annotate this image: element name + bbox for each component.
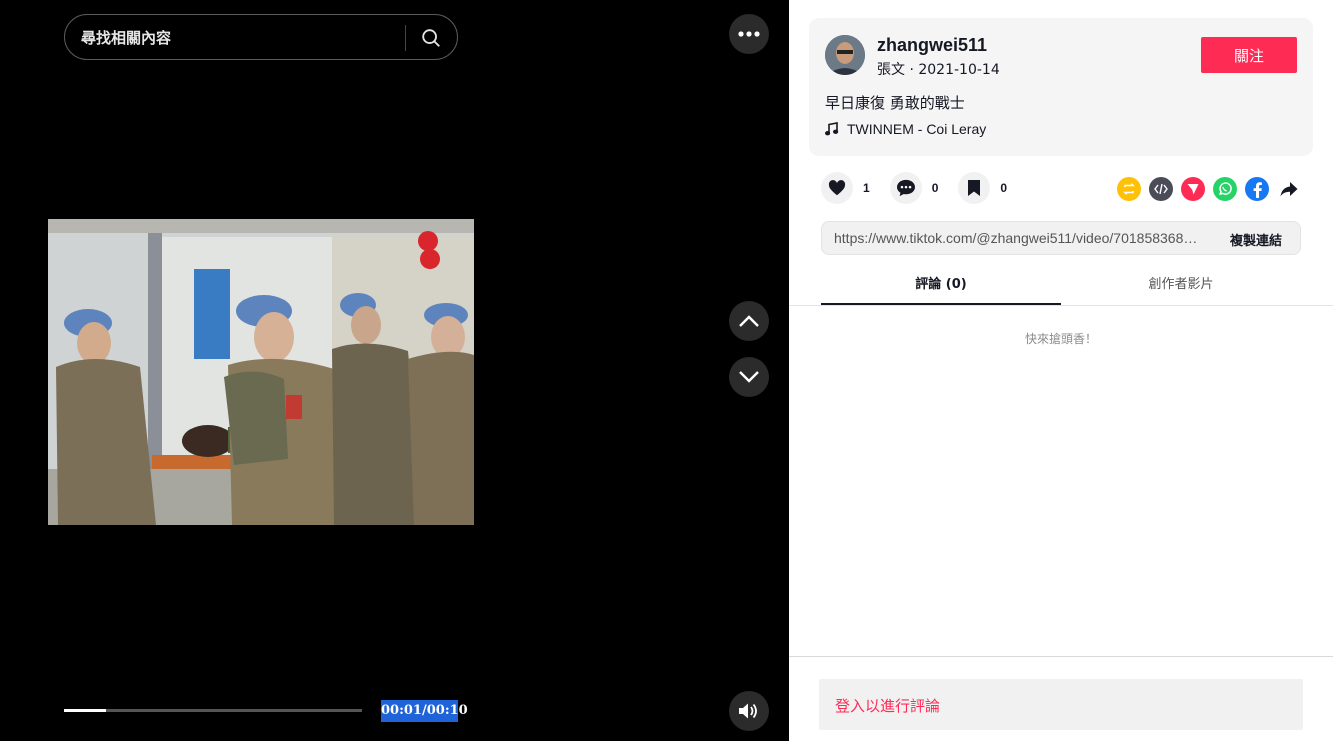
more-share-button[interactable] [1277,177,1301,201]
login-to-comment-label: 登入以進行評論 [835,697,941,715]
save-count: 0 [1000,181,1008,195]
share-arrow-icon [1280,182,1298,197]
previous-video-button[interactable] [729,301,769,341]
music-note-icon [825,122,839,136]
video-time: 00:01/00:10 [381,700,468,722]
tab-bar: 評論 (0) 創作者影片 [789,268,1333,306]
facebook-icon [1253,182,1262,198]
comment-action[interactable]: 0 [889,172,939,204]
chevron-down-icon [739,371,759,383]
post-caption: 早日康復 勇敢的戰士 [825,94,965,112]
more-options-button[interactable] [729,14,769,54]
video-frame[interactable] [48,219,474,525]
chevron-up-icon [739,315,759,327]
avatar-image [825,35,865,75]
like-count: 1 [863,181,870,195]
avatar[interactable] [825,35,865,75]
login-to-comment-button[interactable]: 登入以進行評論 [819,679,1303,730]
empty-comments-message: 快來搶頭香！ [1024,332,1097,346]
detail-pane: zhangwei511 張文 · 2021-10-14 關注 早日康復 勇敢的戰… [789,0,1333,741]
video-progress-fill [64,709,106,712]
search-bar [64,14,458,60]
author-subline: 張文 · 2021-10-14 [877,59,1000,79]
video-link-url[interactable]: https://www.tiktok.com/@zhangwei511/vide… [834,230,1202,246]
video-progress-bar[interactable] [64,709,362,712]
comment-button[interactable] [889,172,922,204]
embed-icon [1154,183,1168,195]
video-still-image [48,219,474,525]
comment-count: 0 [931,181,939,195]
copy-link-button[interactable]: 複製連結 [1230,230,1282,249]
send-icon [1187,184,1199,195]
bookmark-icon [968,180,981,196]
save-button[interactable] [958,172,991,204]
comment-icon [896,179,915,197]
search-button[interactable] [417,24,445,52]
more-icon [738,31,760,37]
embed-button[interactable] [1149,177,1173,201]
share-icons [1117,177,1301,201]
search-divider [405,25,406,51]
like-action[interactable]: 1 [821,172,870,204]
save-action[interactable]: 0 [958,172,1007,204]
tab-creator-videos[interactable]: 創作者影片 [1061,268,1301,305]
volume-button[interactable] [729,691,769,731]
search-icon [422,29,440,47]
video-link-box: https://www.tiktok.com/@zhangwei511/vide… [821,221,1301,255]
repost-icon [1123,183,1135,195]
heart-icon [828,180,846,196]
music-row[interactable]: TWINNEM - Coi Leray [825,121,986,137]
like-button[interactable] [821,172,853,204]
whatsapp-share-button[interactable] [1213,177,1237,201]
video-pane: 00:01/00:10 [0,0,789,741]
author-username[interactable]: zhangwei511 [877,35,987,56]
repost-button[interactable] [1117,177,1141,201]
author-info-card: zhangwei511 張文 · 2021-10-14 關注 早日康復 勇敢的戰… [809,18,1313,156]
action-bar: 1 0 0 [821,172,1027,204]
music-title: TWINNEM - Coi Leray [847,121,987,137]
facebook-share-button[interactable] [1245,177,1269,201]
author-nickname: 張文 [877,62,905,78]
search-input[interactable] [81,27,401,49]
next-video-button[interactable] [729,357,769,397]
whatsapp-icon [1219,182,1232,196]
comment-bar: 登入以進行評論 [789,656,1333,741]
tab-comments[interactable]: 評論 (0) [821,268,1061,305]
volume-icon [739,703,757,719]
post-date: 2021-10-14 [918,62,1000,78]
send-to-friends-button[interactable] [1181,177,1205,201]
follow-button[interactable]: 關注 [1201,37,1297,73]
